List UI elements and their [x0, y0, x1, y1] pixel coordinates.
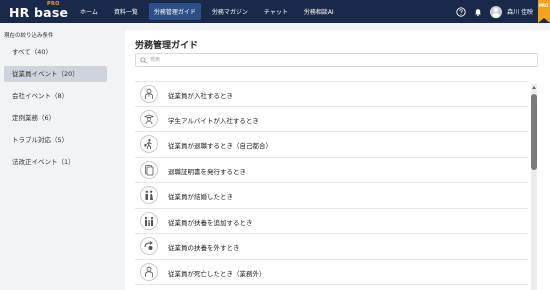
list-scrollbar[interactable] — [531, 84, 537, 290]
filter-trouble[interactable]: トラブル対応（5） — [4, 132, 107, 148]
nav-home[interactable]: ホーム — [75, 3, 103, 20]
list-item-label: 従業員が入社するとき — [168, 92, 233, 100]
nav-labor-magazine[interactable]: 労務マガジン — [207, 3, 253, 20]
nav-labor-ai[interactable]: 労務相談AI — [299, 3, 339, 20]
pro-badge: PRO — [538, 0, 550, 23]
filter-sidebar: 現在の絞り込み条件 すべて（40） 従業員イベント（20） 会社イベント（8） … — [0, 23, 113, 290]
guide-list: 従業員が入社するとき 学生アルバイトが入社するとき 従業員が退職するとき（自己都… — [135, 81, 528, 285]
list-item[interactable]: 学生アルバイトが入社するとき — [135, 107, 528, 132]
list-item[interactable]: 従業員が扶養を追加するとき — [135, 209, 528, 234]
nav-documents[interactable]: 資料一覧 — [109, 3, 143, 20]
search-icon — [140, 57, 147, 64]
filter-employee-events[interactable]: 従業員イベント（20） — [4, 66, 107, 82]
student-icon — [140, 109, 158, 128]
page-title: 労務管理ガイド — [135, 41, 199, 51]
pro-badge-label: PRO — [539, 3, 549, 8]
list-item[interactable]: 従業員が入社するとき — [135, 81, 528, 107]
family-icon — [140, 211, 158, 230]
list-item[interactable]: 退職証明書を発行するとき — [135, 158, 528, 183]
logo-text: HR base — [9, 5, 69, 20]
nav-chat[interactable]: チャット — [259, 3, 293, 20]
list-item-label: 退職証明書を発行するとき — [168, 167, 246, 176]
list-item[interactable]: 従業員が退職するとき（自己都合） — [135, 132, 528, 158]
nav-labor-guide[interactable]: 労務管理ガイド — [148, 3, 201, 20]
list-item-label: 従業員の扶養を外すとき — [168, 244, 240, 252]
help-icon[interactable] — [456, 6, 466, 17]
filter-company-events[interactable]: 会社イベント（8） — [4, 88, 107, 104]
couple-icon — [140, 186, 158, 204]
scroll-thumb[interactable] — [531, 94, 537, 170]
remove-dependent-icon — [140, 237, 158, 255]
search-box[interactable] — [135, 53, 538, 67]
person-icon — [140, 85, 158, 103]
list-item-label: 従業員が扶養を追加するとき — [168, 218, 253, 227]
logo-pro-mark: PRO — [47, 1, 60, 7]
list-item-label: 従業員が死亡したとき（業務外） — [168, 269, 266, 278]
username[interactable]: 森川 佳映 — [507, 7, 533, 16]
walking-person-icon — [140, 135, 158, 153]
list-item[interactable]: 従業員が死亡したとき（業務外） — [135, 260, 528, 285]
filter-routine-tasks[interactable]: 定例業務（6） — [4, 110, 107, 126]
list-item[interactable]: 従業員の扶養を外すとき — [135, 234, 528, 260]
list-item-label: 従業員が退職するとき（自己都合） — [168, 142, 272, 150]
top-header: HR base PRO ホーム 資料一覧 労務管理ガイド 労務マガジン チャット… — [0, 0, 550, 23]
scroll-up-arrow[interactable] — [532, 86, 536, 89]
filter-all[interactable]: すべて（40） — [4, 44, 107, 60]
filter-title: 現在の絞り込み条件 — [4, 33, 54, 39]
search-input[interactable] — [150, 54, 530, 66]
filter-law-change[interactable]: 法改正イベント（1） — [4, 154, 107, 170]
main-nav: ホーム 資料一覧 労務管理ガイド 労務マガジン チャット 労務相談AI — [75, 0, 339, 23]
header-right: 森川 佳映 — [456, 0, 550, 23]
document-icon — [140, 160, 158, 179]
list-item-label: 学生アルバイトが入社するとき — [168, 116, 259, 125]
list-item-label: 従業員が結婚したとき — [168, 193, 233, 201]
main-panel: 労務管理ガイド 従業員が入社するとき 学生アルバイトが入社するとき 従業員が退職… — [125, 30, 550, 290]
list-item[interactable]: 従業員が結婚したとき — [135, 183, 528, 209]
avatar[interactable] — [490, 5, 503, 18]
person-icon — [140, 262, 158, 281]
bell-icon[interactable] — [473, 7, 483, 17]
